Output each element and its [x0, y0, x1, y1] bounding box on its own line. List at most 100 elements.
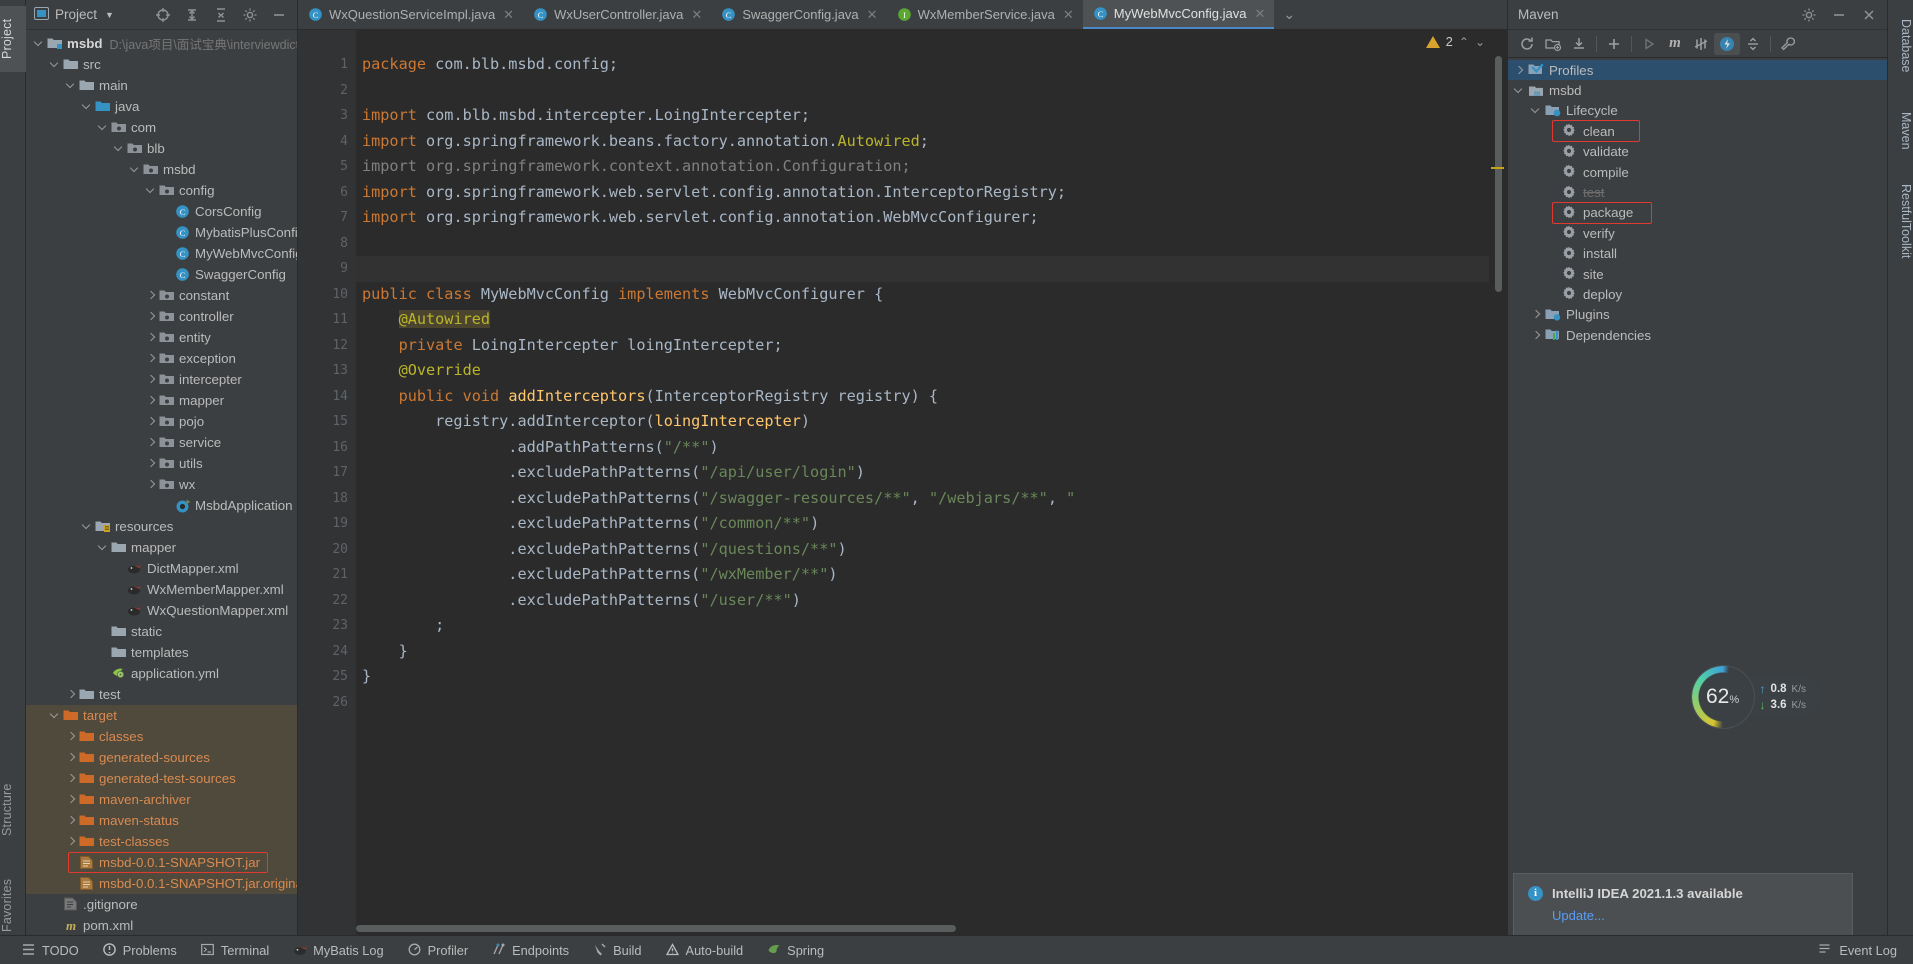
maven-tree-item-deploy[interactable]: deploy [1508, 284, 1887, 304]
editor-tab-wxmemberservice[interactable]: I WxMemberService.java ✕ [887, 0, 1083, 29]
maven-tree-item-plugins[interactable]: Plugins [1508, 305, 1887, 325]
maven-goal-tree[interactable]: Profiles m msbd Lifecycle clean validate compi… [1508, 58, 1887, 935]
tool-window-tab-restful[interactable]: RestfulToolkit [1887, 178, 1913, 262]
maven-tree-item-test[interactable]: test [1508, 182, 1887, 202]
project-tree-item-resources[interactable]: resources [26, 516, 297, 537]
chevron-down-icon[interactable] [98, 122, 109, 133]
chevron-right-icon[interactable] [1531, 309, 1542, 320]
maven-tree-item-clean[interactable]: clean [1508, 120, 1887, 143]
project-tree-item-wxmembermapper-xml[interactable]: WxMemberMapper.xml [26, 579, 297, 600]
chevron-down-icon[interactable] [82, 101, 93, 112]
collapse-all-icon[interactable] [1740, 33, 1766, 55]
expand-all-icon[interactable] [213, 7, 229, 23]
run-icon[interactable] [1636, 33, 1662, 55]
plus-icon[interactable] [1601, 33, 1627, 55]
inspection-status-widget[interactable]: 2 ⌃ ⌄ [1425, 34, 1485, 49]
chevron-down-icon[interactable] [114, 143, 125, 154]
editor-tab-mywebmvcconfig[interactable]: C MyWebMvcConfig.java ✕ [1082, 0, 1275, 29]
project-tree-item-classes[interactable]: classes [26, 726, 297, 747]
chevron-down-icon[interactable] [66, 80, 77, 91]
chevron-down-icon[interactable] [1531, 105, 1542, 116]
status-bar-profiler[interactable]: Profiler [396, 943, 481, 958]
collapse-all-icon[interactable] [184, 7, 200, 23]
memory-network-widget[interactable]: 62% ↑ 0.8 K/s ↓ 3.6 K/s [1691, 666, 1818, 728]
status-bar-endpoints[interactable]: Endpoints [480, 943, 581, 958]
close-icon[interactable]: ✕ [691, 7, 702, 23]
chevron-down-icon[interactable] [34, 38, 45, 49]
project-tree-item-main[interactable]: main [26, 75, 297, 96]
chevron-right-icon[interactable] [1531, 330, 1542, 341]
project-tree-item-service[interactable]: service [26, 432, 297, 453]
project-tree-item-wx[interactable]: wx [26, 474, 297, 495]
chevron-right-icon[interactable] [146, 479, 157, 490]
project-tree-item-mapper[interactable]: mapper [26, 537, 297, 558]
previous-problem-icon[interactable]: ⌃ [1459, 35, 1469, 49]
project-tree-item-wxquestionmapper-xml[interactable]: WxQuestionMapper.xml [26, 600, 297, 621]
chevron-down-icon[interactable] [98, 542, 109, 553]
maven-tree-item-verify[interactable]: verify [1508, 223, 1887, 243]
project-tree-item-exception[interactable]: exception [26, 348, 297, 369]
memory-usage-ring[interactable]: 62% [1691, 666, 1754, 728]
maven-goal-icon[interactable]: m [1662, 33, 1688, 55]
project-tree-item-corsconfig[interactable]: C CorsConfig [26, 201, 297, 222]
reload-icon[interactable] [1514, 33, 1540, 55]
project-tree-item-static[interactable]: static [26, 621, 297, 642]
warning-stripe-marker[interactable] [1491, 167, 1504, 169]
maven-tree-item-msbd[interactable]: m msbd [1508, 80, 1887, 100]
project-tree-item-swaggerconfig[interactable]: C SwaggerConfig [26, 264, 297, 285]
close-icon[interactable] [1861, 7, 1877, 23]
chevron-right-icon[interactable] [66, 731, 77, 742]
project-tree-item-mywebmvcconfig[interactable]: C MyWebMvcConfig [26, 243, 297, 264]
chevron-right-icon[interactable] [146, 395, 157, 406]
project-tree-item-msbd[interactable]: msbd [26, 159, 297, 180]
chevron-down-icon[interactable] [146, 185, 157, 196]
project-tree-item-src[interactable]: src [26, 54, 297, 75]
status-bar-mybatis-log[interactable]: MyBatis Log [281, 943, 395, 958]
next-problem-icon[interactable]: ⌄ [1475, 35, 1485, 49]
project-tree-item-test[interactable]: test [26, 684, 297, 705]
settings-wrench-icon[interactable] [1775, 33, 1801, 55]
maven-tree-item-install[interactable]: install [1508, 244, 1887, 264]
chevron-right-icon[interactable] [66, 773, 77, 784]
toggle-skip-tests-icon[interactable] [1688, 33, 1714, 55]
chevron-right-icon[interactable] [146, 416, 157, 427]
editor-code-content[interactable]: package com.blb.msbd.config; import com.b… [356, 30, 1507, 935]
chevron-right-icon[interactable] [66, 794, 77, 805]
target-icon[interactable] [155, 7, 171, 23]
project-tree-item-msbdapplication[interactable]: MsbdApplication [26, 495, 297, 516]
hide-panel-icon[interactable] [271, 7, 287, 23]
chevron-down-icon[interactable] [82, 521, 93, 532]
editor-tab-wxquestionserviceimpl[interactable]: C WxQuestionServiceImpl.java ✕ [298, 0, 523, 29]
project-tree-item-msbd[interactable]: msbd D:\java项目\面试宝典\interviewdict [26, 33, 297, 54]
project-tree-item-blb[interactable]: blb [26, 138, 297, 159]
project-tree-item-controller[interactable]: controller [26, 306, 297, 327]
editor-tab-swaggerconfig[interactable]: C SwaggerConfig.java ✕ [711, 0, 886, 29]
close-icon[interactable]: ✕ [503, 7, 514, 23]
close-icon[interactable]: ✕ [867, 7, 878, 23]
chevron-right-icon[interactable] [146, 332, 157, 343]
editor-body[interactable]: 1 2 3 4 5 6 7 8 9 10 11 12 13 14 15 16 17 18 19 20 21 22 23 24 2… [298, 30, 1507, 935]
status-bar-auto-build[interactable]: Auto-build [654, 943, 756, 958]
chevron-right-icon[interactable] [146, 290, 157, 301]
maven-tree-item-profiles[interactable]: Profiles [1508, 60, 1887, 81]
gear-icon[interactable] [242, 7, 258, 23]
chevron-right-icon[interactable] [66, 689, 77, 700]
chevron-right-icon[interactable] [66, 752, 77, 763]
status-bar-terminal[interactable]: Terminal [189, 943, 281, 958]
maven-tree-item-dependencies[interactable]: Dependencies [1508, 325, 1887, 345]
maven-tree-item-validate[interactable]: validate [1508, 142, 1887, 162]
editor-tab-wxusercontroller[interactable]: C WxUserController.java ✕ [523, 0, 711, 29]
chevron-right-icon[interactable] [66, 815, 77, 826]
status-bar-todo[interactable]: TODO [10, 943, 91, 958]
editor-horizontal-scrollbar[interactable] [356, 925, 956, 932]
project-tree-item-msbd-0-0-1-snapshot-jar-original[interactable]: msbd-0.0.1-SNAPSHOT.jar.original [26, 873, 297, 894]
editor-gutter[interactable]: 1 2 3 4 5 6 7 8 9 10 11 12 13 14 15 16 17 18 19 20 21 22 23 24 2… [298, 30, 356, 935]
project-tree-item-utils[interactable]: utils [26, 453, 297, 474]
minimize-icon[interactable] [1831, 7, 1847, 23]
project-tree-item-config[interactable]: config [26, 180, 297, 201]
project-tree-item-generated-test-sources[interactable]: generated-test-sources [26, 768, 297, 789]
status-bar-problems[interactable]: Problems [91, 943, 189, 958]
chevron-right-icon[interactable] [146, 437, 157, 448]
project-tree-item-intercepter[interactable]: intercepter [26, 369, 297, 390]
project-tree-item-msbd-0-0-1-snapshot-jar[interactable]: msbd-0.0.1-SNAPSHOT.jar [26, 852, 297, 873]
